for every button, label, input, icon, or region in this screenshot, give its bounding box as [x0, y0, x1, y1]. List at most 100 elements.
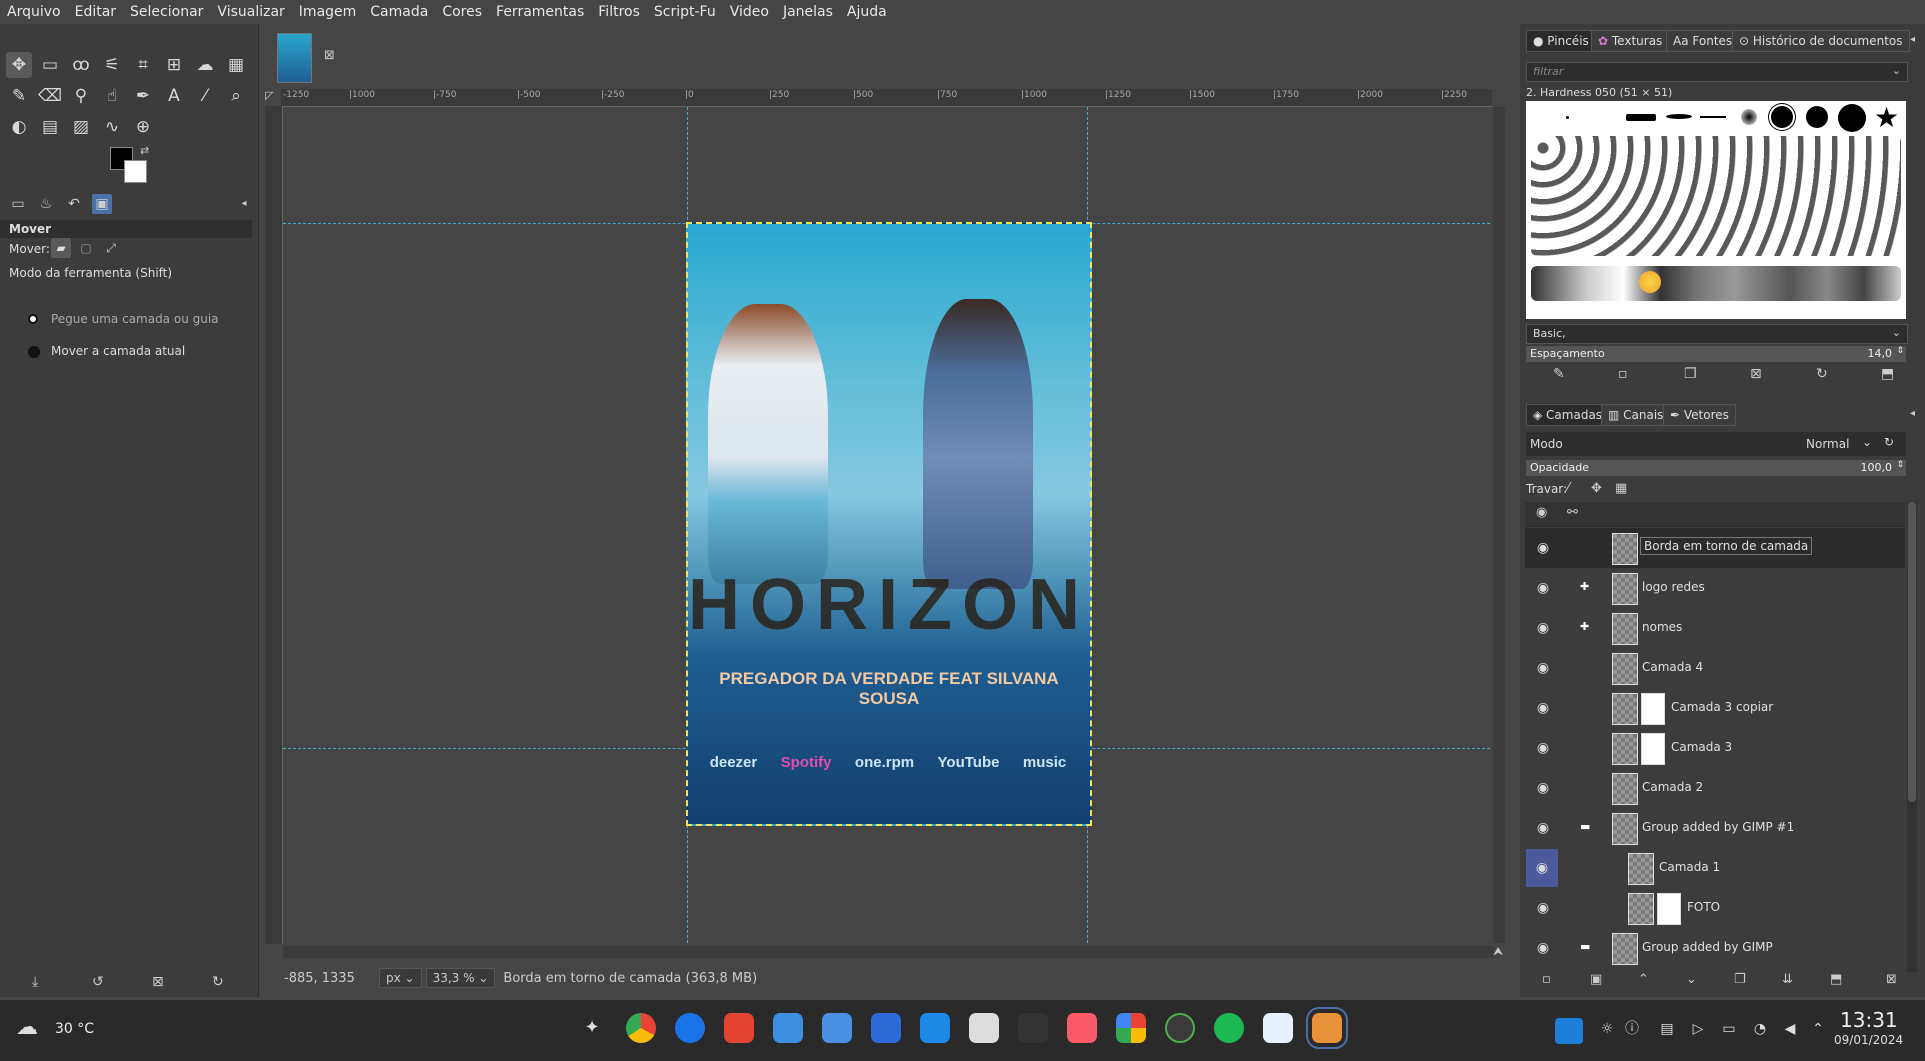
brush-tag-field[interactable]: Basic, ⌄	[1526, 324, 1908, 344]
layer-name[interactable]: Camada 2	[1642, 780, 1703, 794]
cage-icon[interactable]: ▦	[223, 52, 249, 78]
curves-icon[interactable]: ∿	[99, 114, 125, 140]
undo-history-tab-icon[interactable]: ↶	[64, 194, 84, 214]
brush-item[interactable]	[1639, 271, 1661, 293]
save-options-icon[interactable]: ⤓	[32, 974, 38, 990]
radio-pick-layer[interactable]	[28, 314, 38, 324]
layer-row[interactable]: ◉ ✚ nomes	[1525, 608, 1905, 648]
tray-expand-icon[interactable]: ⌃	[1809, 1020, 1827, 1038]
tray-info-icon[interactable]: ⓘ	[1623, 1020, 1641, 1038]
background-color-swatch[interactable]	[124, 160, 147, 183]
lock-position-icon[interactable]: ✥	[1591, 481, 1602, 496]
eye-icon[interactable]: ◉	[1533, 538, 1553, 558]
opacity-slider[interactable]: Opacidade 100,0 ⇕	[1526, 460, 1906, 476]
start-button-icon[interactable]: ✦	[577, 1013, 607, 1043]
volume-icon[interactable]: ◀	[1781, 1020, 1799, 1038]
tab-layers[interactable]: ◈ Camadas	[1526, 404, 1610, 426]
color-picker-icon[interactable]: ⁄	[192, 83, 218, 109]
gegl-icon[interactable]: ▤	[37, 114, 63, 140]
horizontal-scrollbar[interactable]	[283, 946, 1494, 958]
calendar-icon[interactable]	[1263, 1013, 1293, 1043]
text-tool-icon[interactable]: A	[161, 83, 187, 109]
tab-paths[interactable]: ✒ Vetores	[1663, 404, 1736, 426]
fuzzy-select-icon[interactable]: ⚟	[99, 52, 125, 78]
layers-scrollbar[interactable]	[1907, 502, 1917, 972]
menu-filtros[interactable]: Filtros	[591, 0, 647, 24]
eye-icon[interactable]: ◉	[1533, 658, 1553, 678]
layer-mode-row[interactable]: Modo Normal ⌄ ↻	[1526, 432, 1906, 456]
merge-down-icon[interactable]: ⇊	[1782, 972, 1793, 987]
zoom-icon[interactable]: ⌕	[223, 83, 249, 109]
canvas-viewport[interactable]: HORIZONTE PREGADOR DA VERDADE FEAT SILVA…	[283, 107, 1490, 943]
eye-icon[interactable]: ◉	[1533, 778, 1553, 798]
tab-channels[interactable]: ▥ Canais	[1601, 404, 1671, 426]
delete-layer-icon[interactable]: ⊠	[1886, 972, 1897, 987]
tray-clipboard-icon[interactable]: ▤	[1658, 1020, 1676, 1038]
menu-camada[interactable]: Camada	[363, 0, 435, 24]
paintbrush-icon[interactable]: ✎	[6, 83, 32, 109]
brush-item[interactable]	[1531, 266, 1901, 301]
restore-options-icon[interactable]: ↺	[92, 974, 104, 990]
menu-ferramentas[interactable]: Ferramentas	[489, 0, 591, 24]
radio-move-active[interactable]	[28, 346, 40, 358]
eye-icon[interactable]: ◉	[1533, 698, 1553, 718]
browser-icon[interactable]	[675, 1013, 705, 1043]
unified-transform-icon[interactable]: ⊞	[161, 52, 187, 78]
brush-filter-input[interactable]: filtrar ⌄	[1526, 62, 1908, 82]
tool-options-tab-icon[interactable]: ▭	[8, 194, 28, 214]
reset-options-icon[interactable]: ↻	[212, 974, 224, 990]
tray-app-icon[interactable]: ☼	[1598, 1020, 1616, 1038]
todoist-icon[interactable]	[724, 1013, 754, 1043]
menu-janelas[interactable]: Janelas	[776, 0, 840, 24]
eye-icon[interactable]: ◉	[1533, 818, 1553, 838]
clock-time[interactable]: 13:31	[1840, 1008, 1898, 1032]
clone-icon[interactable]: ⚲	[68, 83, 94, 109]
images-tab-icon[interactable]: ▣	[92, 194, 112, 214]
lock-alpha-icon[interactable]: ▦	[1615, 481, 1627, 496]
brush-grid[interactable]: ★	[1526, 101, 1906, 319]
tab-patterns[interactable]: ✿ Texturas	[1591, 30, 1670, 52]
colorful-app-icon[interactable]	[1116, 1013, 1146, 1043]
tab-brushes[interactable]: ● Pincéis	[1526, 30, 1596, 52]
close-image-tab-icon[interactable]: ⊠	[324, 48, 335, 63]
gimp-taskbar-icon[interactable]	[1306, 1007, 1348, 1049]
warp-icon[interactable]: ☁	[192, 52, 218, 78]
layer-row[interactable]: ◉ Borda em torno de camada	[1525, 528, 1905, 568]
brush-item[interactable]	[1838, 104, 1866, 132]
quick-mask-corner-icon[interactable]: ◸	[265, 89, 281, 105]
dodge-burn-icon[interactable]: ◐	[6, 114, 32, 140]
eye-icon[interactable]: ◉	[1533, 618, 1553, 638]
layer-name[interactable]: Camada 3	[1671, 740, 1732, 754]
menu-video[interactable]: Video	[723, 0, 776, 24]
lock-pixels-icon[interactable]: ⁄	[1567, 481, 1569, 496]
bird-app-icon[interactable]	[920, 1013, 950, 1043]
link-icon[interactable]: ✚	[1580, 620, 1589, 633]
chrome-icon[interactable]	[626, 1013, 656, 1043]
move-path-icon[interactable]: ⤢	[101, 238, 121, 258]
navigate-icon[interactable]: ⮝	[1493, 944, 1503, 959]
docs-icon[interactable]	[871, 1013, 901, 1043]
rect-select-icon[interactable]: ▭	[37, 52, 63, 78]
spotify-icon[interactable]	[1214, 1013, 1244, 1043]
layer-name[interactable]: Borda em torno de camada	[1640, 537, 1813, 555]
new-group-icon[interactable]: ▣	[1590, 972, 1602, 987]
brush-item[interactable]	[1741, 109, 1757, 125]
layer-name[interactable]: FOTO	[1687, 900, 1720, 914]
layer-row[interactable]: ◉ Camada 3	[1525, 728, 1905, 768]
menu-arquivo[interactable]: Arquivo	[0, 0, 68, 24]
link-icon[interactable]: ✚	[1580, 580, 1589, 593]
layer-name[interactable]: Camada 3 copiar	[1671, 700, 1773, 714]
spacing-slider[interactable]: Espaçamento 14,0 ⇕	[1526, 346, 1906, 362]
layers-panel-menu-icon[interactable]: ◂	[1910, 408, 1915, 419]
edit-brush-icon[interactable]: ✎	[1553, 366, 1565, 382]
delete-brush-icon[interactable]: ⊠	[1750, 366, 1762, 382]
weather-icon[interactable]: ☁	[16, 1015, 38, 1040]
tray-display-icon[interactable]: ▭	[1720, 1020, 1738, 1038]
brush-item[interactable]	[1806, 106, 1828, 128]
star-brush-icon[interactable]: ★	[1874, 101, 1899, 134]
layers-scrollbar-thumb[interactable]	[1908, 502, 1916, 802]
files-icon[interactable]	[773, 1013, 803, 1043]
tab-document-history[interactable]: ⊙ Histórico de documentos	[1732, 30, 1910, 52]
unit-select[interactable]: px ⌄	[379, 968, 422, 988]
layer-row[interactable]: ◉ Camada 1	[1525, 848, 1905, 888]
